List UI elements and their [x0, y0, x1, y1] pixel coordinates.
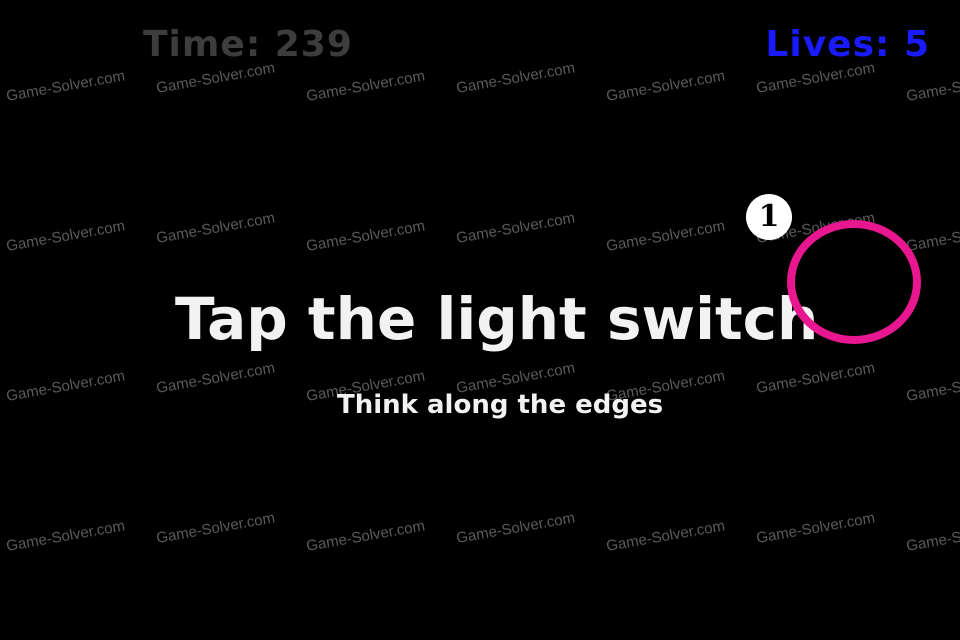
step-number-badge: 1: [746, 194, 792, 240]
lives-display: Lives: 5: [765, 24, 930, 65]
puzzle-title: Tap the light switch: [175, 285, 819, 353]
watermark-text: Game-Solver.com: [455, 509, 577, 547]
watermark-text: Game-Solver.com: [605, 67, 727, 105]
watermark-text: Game-Solver.com: [905, 217, 960, 255]
watermark-text: Game-Solver.com: [155, 59, 277, 97]
light-switch-tap-target[interactable]: [787, 220, 921, 344]
watermark-text: Game-Solver.com: [755, 509, 877, 547]
watermark-text: Game-Solver.com: [905, 517, 960, 555]
game-screen[interactable]: Game-Solver.com Game-Solver.com Game-Solve…: [0, 0, 960, 640]
watermark-text: Game-Solver.com: [755, 359, 877, 397]
watermark-text: Game-Solver.com: [905, 67, 960, 105]
watermark-text: Game-Solver.com: [605, 517, 727, 555]
watermark-text: Game-Solver.com: [5, 217, 127, 255]
watermark-text: Game-Solver.com: [5, 517, 127, 555]
watermark-text: Game-Solver.com: [5, 67, 127, 105]
watermark-text: Game-Solver.com: [305, 217, 427, 255]
watermark-text: Game-Solver.com: [455, 209, 577, 247]
puzzle-hint: Think along the edges: [337, 390, 664, 420]
watermark-text: Game-Solver.com: [305, 67, 427, 105]
watermark-text: Game-Solver.com: [155, 509, 277, 547]
watermark-text: Game-Solver.com: [155, 359, 277, 397]
watermark-text: Game-Solver.com: [905, 367, 960, 405]
watermark-text: Game-Solver.com: [5, 367, 127, 405]
watermark-text: Game-Solver.com: [155, 209, 277, 247]
watermark-text: Game-Solver.com: [455, 59, 577, 97]
watermark-text: Game-Solver.com: [755, 59, 877, 97]
timer-display: Time: 239: [143, 24, 353, 65]
watermark-text: Game-Solver.com: [305, 517, 427, 555]
watermark-text: Game-Solver.com: [605, 217, 727, 255]
